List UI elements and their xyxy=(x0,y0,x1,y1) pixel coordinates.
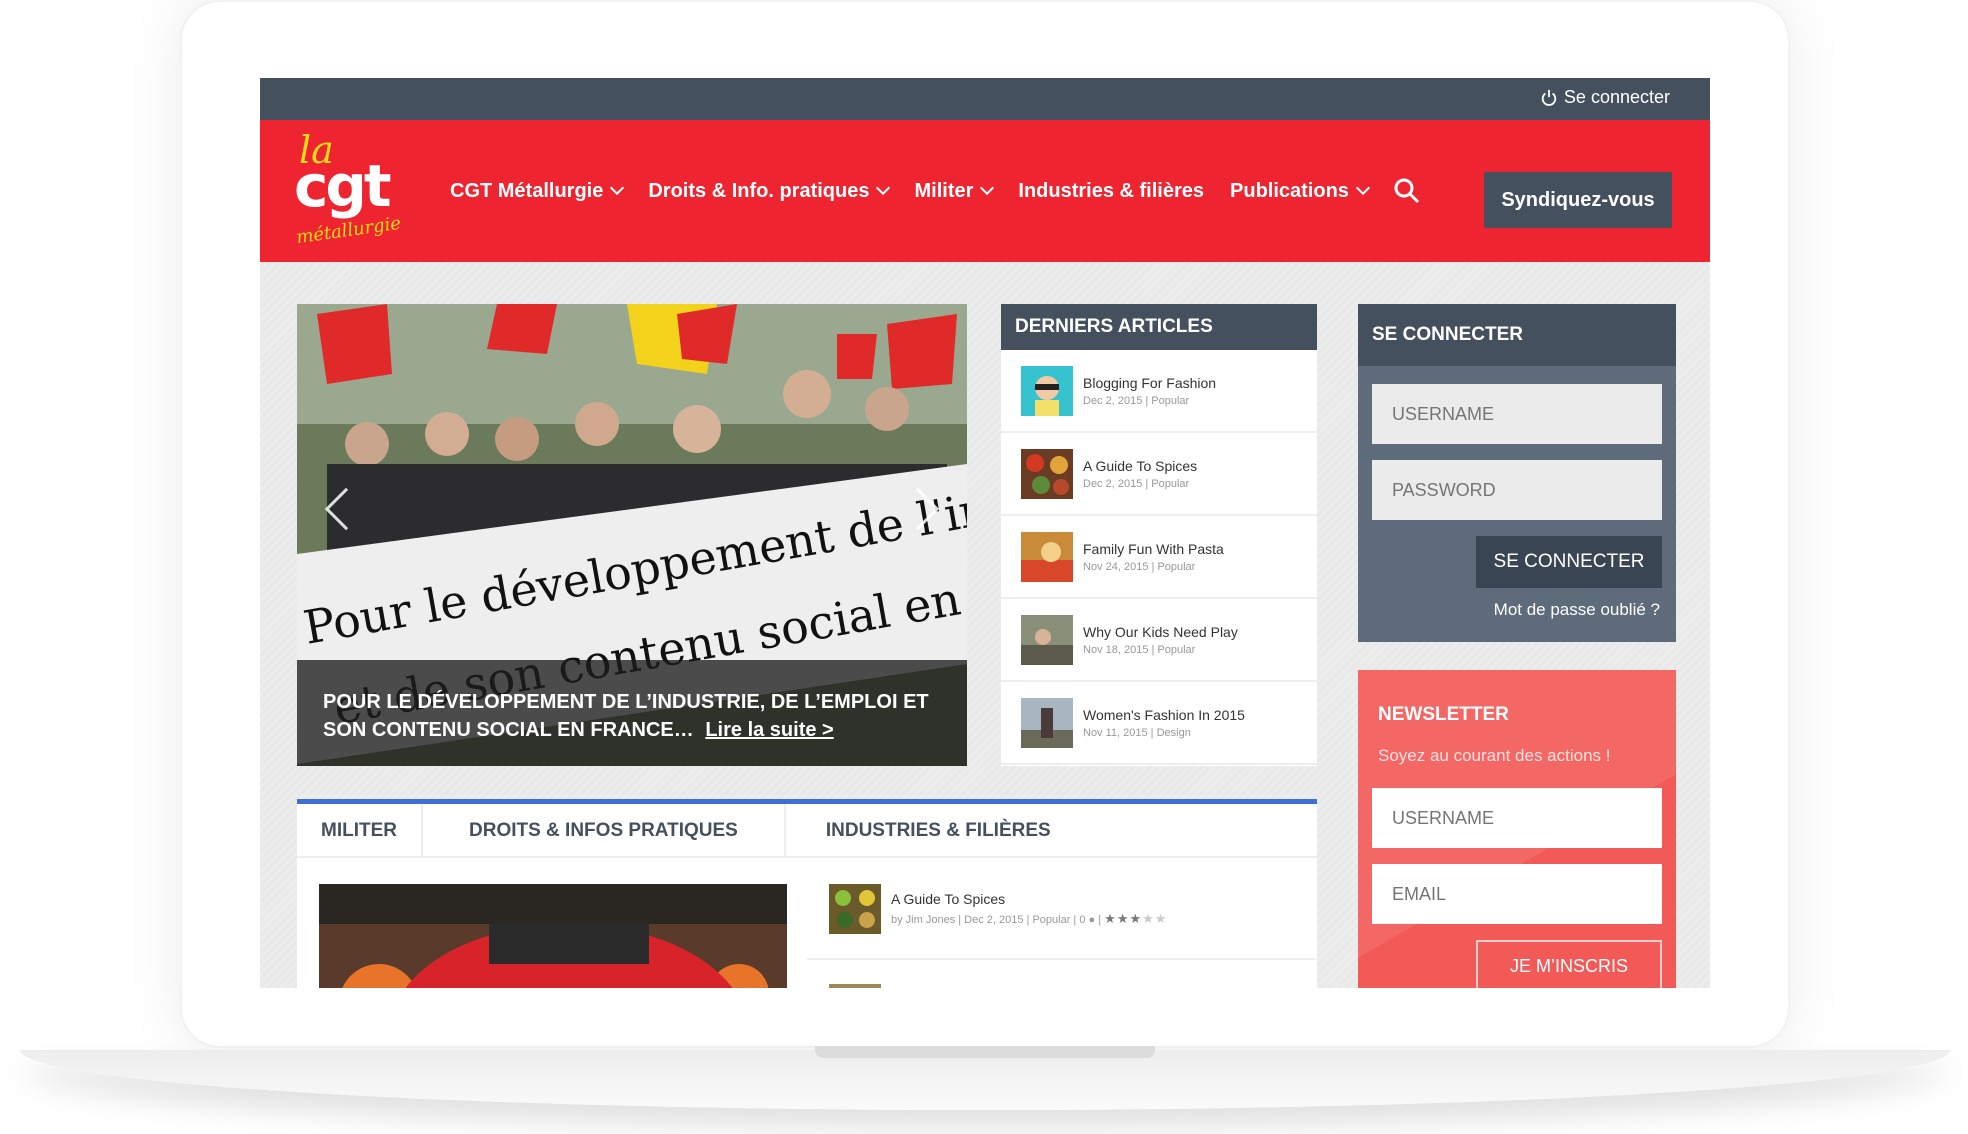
tab-feature-image xyxy=(319,884,787,988)
nav-menu: CGT Métallurgie Droits & Info. pratiques… xyxy=(450,120,1450,262)
tab-post-list: A Guide To Spices by Jim Jones | Dec 2, … xyxy=(807,860,1315,988)
star-icon: ★ xyxy=(1116,911,1130,926)
newsletter-title: NEWSLETTER xyxy=(1378,704,1509,725)
logo-cgt: cgt xyxy=(294,152,392,220)
list-item[interactable]: Family Fun With Pasta Nov 24, 2015 | Popu… xyxy=(1001,516,1317,599)
laptop-notch xyxy=(815,1046,1155,1058)
star-icon: ★ xyxy=(1104,911,1117,926)
search-icon[interactable] xyxy=(1394,178,1420,204)
top-login-label: Se connecter xyxy=(1563,87,1670,107)
list-item[interactable]: Why Our Kids Need Play Nov 18, 2015 | Pop… xyxy=(1001,599,1317,682)
login-button[interactable]: SE CONNECTER xyxy=(1476,536,1662,588)
post-title: A Guide To Spices xyxy=(891,891,1006,907)
article-title: Women's Fashion In 2015 xyxy=(1083,706,1245,723)
star-icon: ★ xyxy=(1142,911,1155,926)
newsletter-username-input[interactable] xyxy=(1372,788,1662,848)
hero-slider[interactable]: Pour le développement de l'indust et de … xyxy=(297,304,967,766)
site-logo[interactable]: la cgt métallurgie xyxy=(294,128,414,253)
article-meta: Nov 18, 2015 | Popular xyxy=(1083,643,1196,656)
article-title: Why Our Kids Need Play xyxy=(1083,623,1238,640)
article-title: Blogging For Fashion xyxy=(1083,374,1217,391)
chevron-down-icon xyxy=(1355,180,1370,196)
nav-label: Droits & Info. pratiques xyxy=(648,179,870,202)
article-thumbnail xyxy=(1021,614,1073,665)
newsletter-panel: NEWSLETTER Soyez au courant des actions … xyxy=(1358,670,1676,988)
latest-articles-title: DERNIERS ARTICLES xyxy=(1001,304,1317,350)
nav-item-industries[interactable]: Industries & filières xyxy=(1018,180,1204,203)
latest-articles-panel: DERNIERS ARTICLES Blogging For Fashion De… xyxy=(1001,304,1317,766)
article-thumbnail xyxy=(1021,531,1073,582)
article-thumbnail xyxy=(829,884,881,934)
category-tabs: MILITER DROITS & INFOS PRATIQUES INDUSTR… xyxy=(297,799,1317,988)
chevron-down-icon xyxy=(876,180,891,196)
tab-militer[interactable]: MILITER xyxy=(297,804,423,858)
newsletter-subtitle: Soyez au courant des actions ! xyxy=(1378,746,1611,765)
tab-droits[interactable]: DROITS & INFOS PRATIQUES xyxy=(423,804,786,858)
laptop-base xyxy=(20,1050,1950,1110)
nav-item-militer[interactable]: Militer xyxy=(914,179,995,203)
article-title: A Guide To Spices xyxy=(1083,457,1198,474)
post-meta-text: by Jim Jones | Dec 2, 2015 | Popular | 0 xyxy=(891,914,1086,926)
list-item[interactable]: A Guide To Spices by Jim Jones | Dec 2, … xyxy=(807,860,1315,960)
article-meta: Dec 2, 2015 | Popular xyxy=(1083,394,1190,407)
list-item[interactable] xyxy=(807,960,1315,988)
article-thumbnail xyxy=(1021,697,1073,748)
star-icon: ★ xyxy=(1129,911,1143,926)
nav-item-cgt-metallurgie[interactable]: CGT Métallurgie xyxy=(450,179,625,203)
nav-label: Militer xyxy=(914,179,974,202)
slide-caption-text: Pour le développement de l’industrie, de… xyxy=(323,691,929,741)
login-title: SE CONNECTER xyxy=(1358,304,1676,366)
subscribe-button[interactable]: JE M’INSCRIS xyxy=(1476,940,1662,988)
article-meta: Nov 24, 2015 | Popular xyxy=(1083,560,1196,573)
browser-screen: Se connecter la cgt métallurgie CGT Méta… xyxy=(260,78,1710,988)
forgot-password-link[interactable]: Mot de passe oublié ? xyxy=(1494,600,1660,620)
read-more-link[interactable]: Lire la suite > xyxy=(705,719,833,741)
article-meta: Dec 2, 2015 | Popular xyxy=(1083,477,1190,490)
login-panel: SE CONNECTER SE CONNECTER Mot de passe o… xyxy=(1358,304,1676,642)
article-meta: Nov 11, 2015 | Design xyxy=(1083,726,1191,739)
newsletter-email-input[interactable] xyxy=(1372,864,1662,924)
nav-label: Industries & filières xyxy=(1018,179,1205,202)
rating-stars: ★★★★★ xyxy=(1104,911,1167,926)
tab-industries[interactable]: INDUSTRIES & FILIÈRES xyxy=(786,804,1091,858)
username-input[interactable] xyxy=(1372,384,1662,444)
top-login-link[interactable]: Se connecter xyxy=(1540,87,1670,108)
join-button[interactable]: Syndiquez-vous xyxy=(1484,172,1672,228)
password-input[interactable] xyxy=(1372,460,1662,520)
article-thumbnail xyxy=(829,984,881,988)
article-thumbnail xyxy=(1021,365,1073,416)
slide-caption: Pour le développement de l’industrie, de… xyxy=(297,660,967,766)
chevron-down-icon xyxy=(980,180,995,196)
chevron-down-icon xyxy=(610,180,625,196)
nav-item-publications[interactable]: Publications xyxy=(1230,179,1370,203)
nav-item-droits[interactable]: Droits & Info. pratiques xyxy=(648,179,891,203)
nav-label: CGT Métallurgie xyxy=(450,179,604,202)
article-title: Family Fun With Pasta xyxy=(1083,540,1224,557)
post-meta: by Jim Jones | Dec 2, 2015 | Popular | 0… xyxy=(891,911,1168,926)
nav-label: Publications xyxy=(1230,179,1349,202)
main-navbar: la cgt métallurgie CGT Métallurgie Droit… xyxy=(260,120,1710,262)
power-icon xyxy=(1541,89,1557,106)
article-thumbnail xyxy=(1021,448,1073,499)
list-item[interactable]: Women's Fashion In 2015 Nov 11, 2015 | De… xyxy=(1001,682,1317,765)
top-bar: Se connecter xyxy=(260,78,1710,120)
star-icon: ★ xyxy=(1154,911,1168,926)
comment-icon: ● xyxy=(1088,914,1096,926)
list-item[interactable]: A Guide To Spices Dec 2, 2015 | Popular xyxy=(1001,433,1317,516)
tab-bar: MILITER DROITS & INFOS PRATIQUES INDUSTR… xyxy=(297,804,1317,858)
list-item[interactable]: Blogging For Fashion Dec 2, 2015 | Popula… xyxy=(1001,350,1317,433)
